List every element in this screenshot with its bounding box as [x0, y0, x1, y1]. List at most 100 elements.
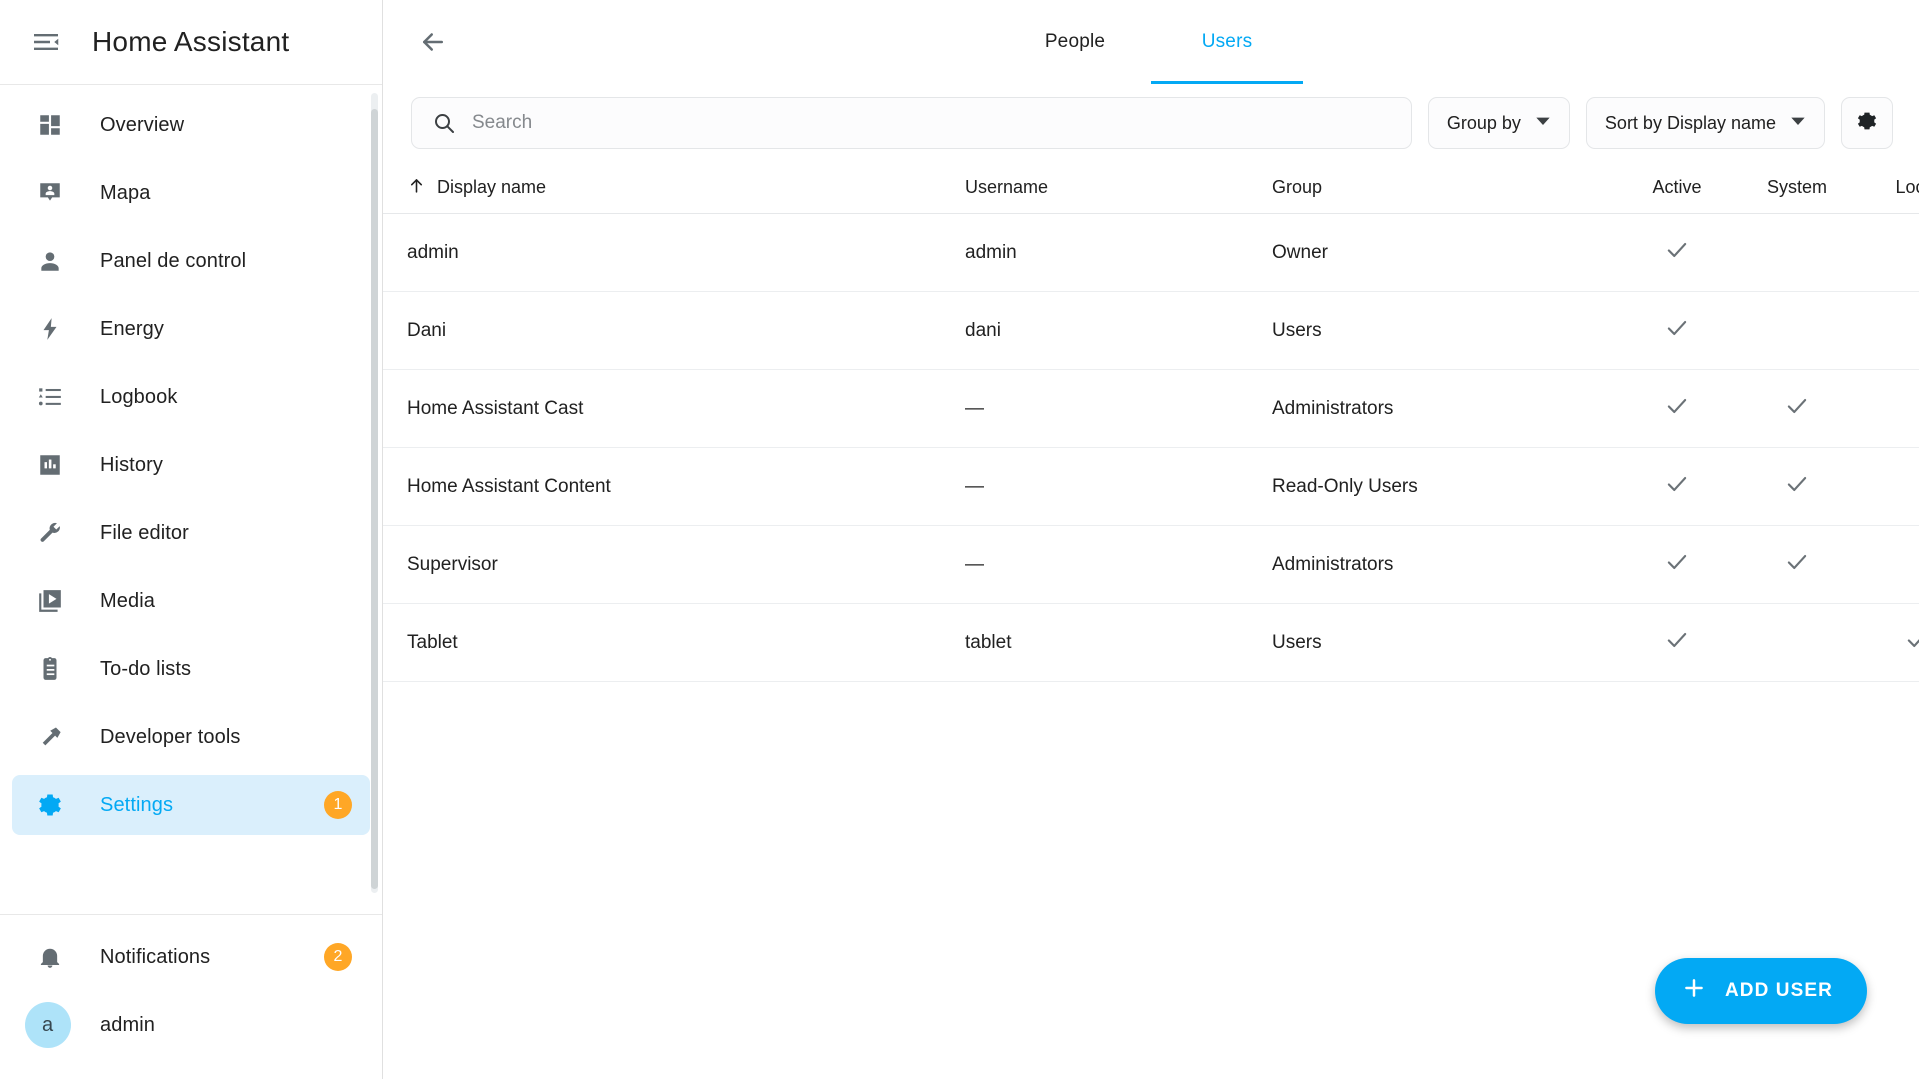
table-row[interactable]: Supervisor — Administrators [383, 526, 1919, 604]
lightning-bolt-icon [32, 311, 68, 347]
app-title: Home Assistant [92, 26, 290, 57]
cell-group: Users [1272, 631, 1322, 653]
sidebar-item-file-editor[interactable]: File editor [12, 503, 370, 563]
sidebar-item-to-do-lists[interactable]: To-do lists [12, 639, 370, 699]
add-user-label: ADD USER [1724, 980, 1833, 1001]
plus-icon [1681, 975, 1707, 1007]
sidebar-item-label: admin [100, 1013, 155, 1036]
sidebar-item-media[interactable]: Media [12, 571, 370, 631]
sidebar-item-panel-de-control[interactable]: Panel de control [12, 231, 370, 291]
tab-bar: People Users [383, 0, 1919, 84]
group-by-button[interactable]: Group by [1427, 97, 1570, 149]
cell-group: Users [1272, 319, 1322, 341]
sidebar-footer: Notifications 2 a admin [0, 914, 382, 1079]
check-icon [1664, 237, 1690, 263]
check-icon [1664, 393, 1690, 419]
chevron-down-icon [1535, 113, 1551, 134]
column-header-username[interactable]: Username [965, 177, 1272, 198]
sidebar-item-history[interactable]: History [12, 435, 370, 495]
avatar-letter: a [24, 1002, 71, 1048]
sidebar-item-overview[interactable]: Overview [12, 95, 370, 155]
sidebar-item-label: Media [100, 589, 155, 612]
main-content: People Users Group by Sort by [383, 0, 1919, 1079]
search-box[interactable] [411, 97, 1412, 149]
cell-group: Administrators [1272, 553, 1394, 575]
check-icon [1664, 471, 1690, 497]
avatar: a [24, 1002, 71, 1048]
sidebar-item-label: File editor [100, 521, 189, 544]
table-row[interactable]: Home Assistant Cast — Administrators [383, 370, 1919, 448]
column-header-system[interactable]: System [1737, 177, 1857, 198]
cell-display-name: Dani [407, 319, 447, 341]
sidebar-item-user-profile[interactable]: a admin [12, 995, 370, 1055]
cell-group: Read-Only Users [1272, 475, 1418, 497]
sidebar-item-label: History [100, 453, 163, 476]
cell-display-name: Home Assistant Content [407, 475, 611, 497]
search-icon [432, 111, 456, 135]
menu-collapse-icon[interactable] [18, 14, 74, 70]
cell-group: Administrators [1272, 397, 1394, 419]
table-settings-button[interactable] [1841, 97, 1893, 149]
cell-system [1737, 471, 1857, 503]
bell-icon [32, 939, 68, 975]
add-user-button[interactable]: ADD USER [1654, 958, 1867, 1024]
sidebar-item-label: Mapa [100, 181, 151, 204]
table-row[interactable]: Home Assistant Content — Read-Only Users [383, 448, 1919, 526]
sidebar-item-notifications[interactable]: Notifications 2 [12, 927, 370, 987]
filter-toolbar: Group by Sort by Display name [383, 84, 1919, 162]
cell-username: — [965, 397, 984, 419]
cell-active [1617, 549, 1737, 581]
sidebar-item-settings[interactable]: Settings 1 [12, 775, 370, 835]
cell-active [1617, 393, 1737, 425]
check-icon [1784, 549, 1810, 575]
cell-active [1617, 237, 1737, 269]
search-input[interactable] [472, 98, 1391, 148]
play-box-multiple-icon [32, 583, 68, 619]
table-row[interactable]: Tablet tablet Users [383, 604, 1919, 682]
users-table: Display name Username Group Active Syste… [383, 162, 1919, 1079]
app-root: Home Assistant Overview Mapa Panel de co… [0, 0, 1919, 1079]
clipboard-list-icon [32, 651, 68, 687]
chevron-down-icon [1790, 113, 1806, 134]
sort-by-label: Sort by Display name [1604, 112, 1776, 133]
sidebar-scrollbar-thumb[interactable] [371, 109, 378, 889]
sidebar-item-logbook[interactable]: Logbook [12, 367, 370, 427]
sidebar-item-label: Logbook [100, 385, 178, 408]
wrench-icon [32, 515, 68, 551]
table-row[interactable]: Dani dani Users [383, 292, 1919, 370]
sidebar-item-label: Energy [100, 317, 164, 340]
check-icon [1784, 393, 1810, 419]
cell-active [1617, 627, 1737, 659]
hammer-icon [32, 719, 68, 755]
check-icon [1904, 627, 1919, 653]
group-by-label: Group by [1446, 112, 1521, 133]
sidebar-item-label: Overview [100, 113, 185, 136]
notifications-badge: 2 [324, 943, 352, 971]
table-row[interactable]: admin admin Owner [383, 214, 1919, 292]
sidebar-item-developer-tools[interactable]: Developer tools [12, 707, 370, 767]
sidebar-item-mapa[interactable]: Mapa [12, 163, 370, 223]
column-header-label: Display name [437, 177, 547, 197]
column-header-group[interactable]: Group [1272, 177, 1617, 198]
chart-box-icon [32, 447, 68, 483]
sidebar-item-label: Settings [100, 793, 174, 816]
arrow-up-icon [407, 176, 426, 200]
cell-active [1617, 471, 1737, 503]
tab-people[interactable]: People [999, 0, 1151, 84]
sidebar-item-energy[interactable]: Energy [12, 299, 370, 359]
account-icon [32, 243, 68, 279]
sidebar-item-label: To-do lists [100, 657, 192, 680]
column-header-display-name[interactable]: Display name [407, 176, 965, 200]
sidebar: Home Assistant Overview Mapa Panel de co… [0, 0, 383, 1079]
view-dashboard-icon [32, 107, 68, 143]
sidebar-item-label: Notifications [100, 945, 211, 968]
tab-users[interactable]: Users [1151, 0, 1303, 84]
sort-by-button[interactable]: Sort by Display name [1585, 97, 1825, 149]
map-marker-account-icon [32, 175, 68, 211]
cell-display-name: Tablet [407, 631, 458, 653]
column-header-local[interactable]: Local [1857, 177, 1919, 198]
check-icon [1664, 627, 1690, 653]
sidebar-nav: Overview Mapa Panel de control Energy Lo… [0, 84, 382, 914]
column-header-active[interactable]: Active [1617, 177, 1737, 198]
cell-display-name: Home Assistant Cast [407, 397, 584, 419]
